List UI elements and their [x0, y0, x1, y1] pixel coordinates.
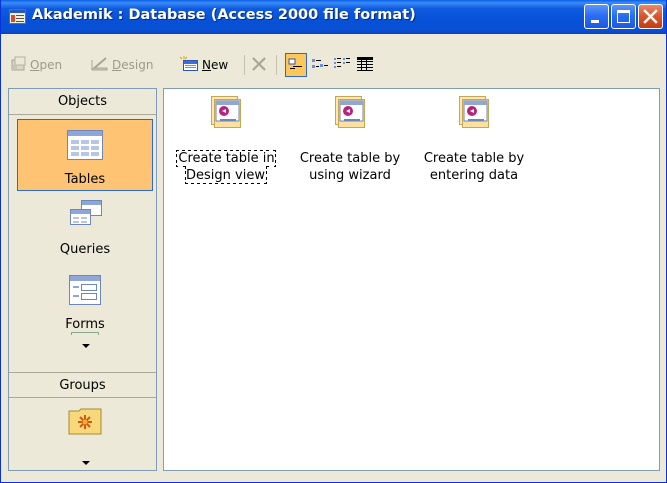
tables-object-button[interactable]: Tables: [17, 119, 153, 191]
design-icon: [91, 56, 109, 75]
database-toolbar: Open Design New: [5, 52, 665, 78]
create-table-wizard-label: Create table by using wizard: [299, 151, 401, 183]
forms-label: Forms: [65, 317, 105, 332]
open-icon: [11, 56, 27, 75]
large-icons-view-button[interactable]: [285, 53, 307, 77]
large-icons-icon: [288, 58, 302, 69]
title-bar[interactable]: Akademik : Database (Access 2000 file fo…: [1, 0, 666, 34]
form-icon: [69, 275, 101, 308]
groups-header-label: Groups: [59, 378, 106, 393]
minimize-button[interactable]: [584, 4, 609, 29]
details-view-button[interactable]: [355, 53, 377, 77]
delete-icon: [250, 55, 268, 76]
objects-header-label: Objects: [57, 94, 108, 109]
create-table-entering-data-item[interactable]: Create table by entering data: [412, 93, 536, 189]
small-icons-icon: [312, 59, 328, 68]
reports-icon-partial: [71, 332, 99, 335]
open-label: Open: [30, 58, 63, 72]
create-table-design-view-label: Create table in Design view: [176, 150, 276, 184]
database-window: Akademik : Database (Access 2000 file fo…: [0, 0, 667, 483]
new-button[interactable]: New: [179, 52, 228, 78]
favorites-group-icon[interactable]: [68, 407, 102, 435]
list-icon: [334, 58, 350, 68]
object-list[interactable]: Create table in Design view Create table…: [163, 88, 660, 471]
scroll-down-objects-icon[interactable]: [82, 344, 90, 348]
details-icon: [357, 57, 373, 71]
close-button[interactable]: [638, 4, 663, 29]
new-label: New: [202, 58, 229, 72]
tables-label: Tables: [64, 172, 106, 187]
scroll-down-groups-icon[interactable]: [82, 461, 90, 465]
toolbar-separator: [244, 55, 245, 75]
groups-group-header[interactable]: Groups: [9, 372, 156, 398]
toolbar-separator: [276, 55, 277, 75]
objects-bar: Objects Tables Queries Forms Groups: [8, 88, 157, 471]
create-table-wizard-item[interactable]: Create table by using wizard: [288, 93, 412, 189]
table-icon: [67, 130, 103, 163]
create-table-icon: [458, 95, 490, 128]
maximize-button[interactable]: [611, 4, 636, 29]
design-button[interactable]: Design: [91, 52, 153, 78]
create-table-design-view-item[interactable]: Create table in Design view: [164, 93, 288, 189]
window-title: Akademik : Database (Access 2000 file fo…: [32, 7, 416, 23]
create-table-entering-data-label: Create table by entering data: [423, 151, 525, 183]
new-object-icon: [179, 55, 199, 75]
create-table-icon: [210, 95, 242, 128]
objects-group-header[interactable]: Objects: [9, 89, 156, 115]
queries-label: Queries: [59, 242, 111, 257]
database-window-icon[interactable]: [9, 9, 26, 24]
forms-object-button[interactable]: Forms: [17, 269, 153, 341]
query-icon: [69, 199, 103, 232]
list-view-button[interactable]: [332, 53, 354, 77]
design-label: Design: [112, 58, 154, 72]
delete-button[interactable]: [250, 52, 268, 78]
create-table-icon: [334, 95, 366, 128]
queries-object-button[interactable]: Queries: [17, 197, 153, 269]
small-icons-view-button[interactable]: [310, 53, 332, 77]
open-button[interactable]: Open: [11, 52, 62, 78]
